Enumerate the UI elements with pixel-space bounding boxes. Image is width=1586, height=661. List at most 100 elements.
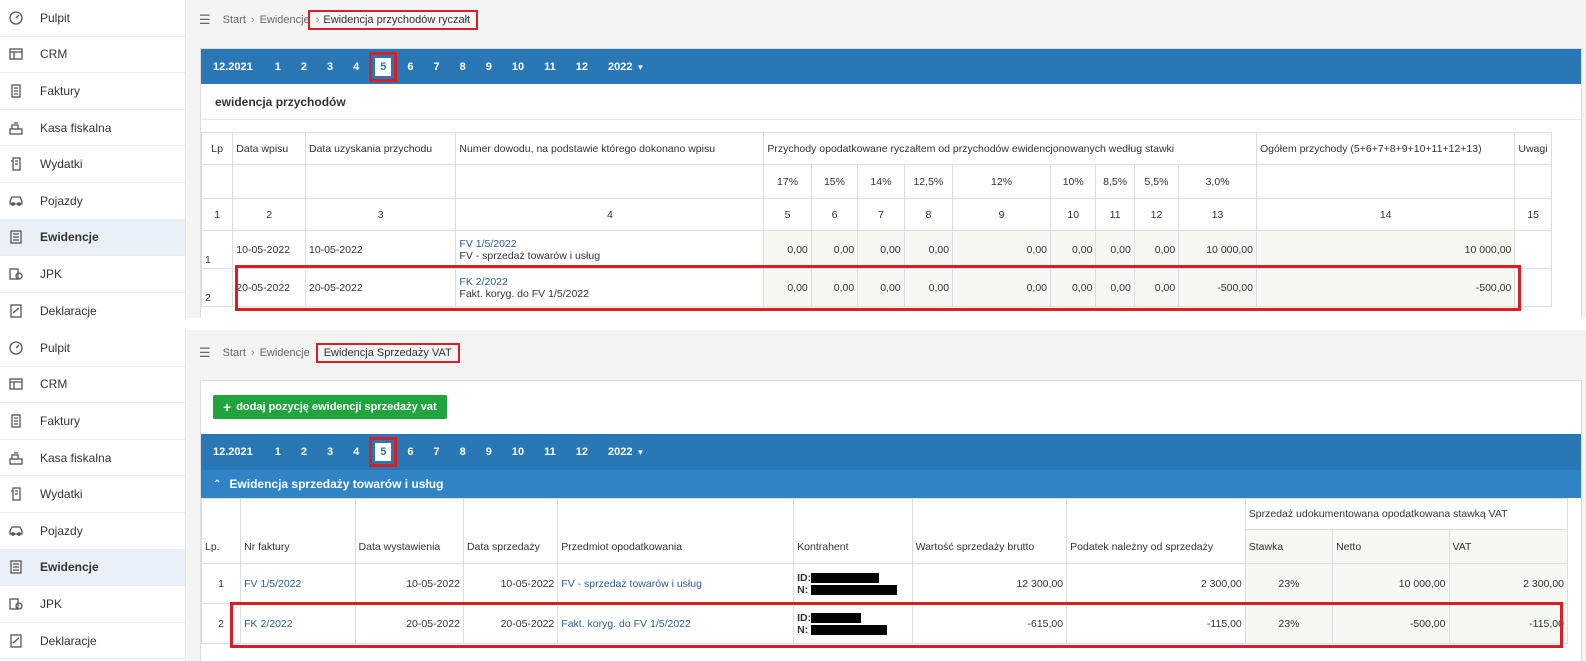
- main-area: ☰ Start › Ewidencje › Ewidencja przychodó…: [187, 0, 1586, 318]
- sidebar-item-kasa-fiskalna[interactable]: Kasa fiskalna: [0, 440, 185, 477]
- month-prev-year[interactable]: 12.2021: [213, 446, 253, 458]
- sidebar-item-pojazdy[interactable]: Pojazdy: [0, 183, 185, 220]
- car-icon: [8, 523, 24, 539]
- income-table: Lp Data wpisu Data uzyskania przychodu N…: [200, 132, 1552, 307]
- sidebar-item-faktury[interactable]: Faktury: [0, 73, 185, 110]
- sidebar-item-pojazdy[interactable]: Pojazdy: [0, 513, 185, 550]
- month-7[interactable]: 7: [434, 446, 440, 458]
- dashboard-icon: [8, 10, 24, 26]
- document-link[interactable]: FK 2/2022: [459, 276, 760, 288]
- sidebar-item-ewidencje[interactable]: Ewidencje: [0, 219, 185, 257]
- month-3[interactable]: 3: [327, 446, 333, 458]
- month-10[interactable]: 10: [512, 61, 524, 73]
- month-4[interactable]: 4: [353, 61, 359, 73]
- group-toggle[interactable]: ⌃ Ewidencja sprzedaży towarów i usług: [201, 470, 1581, 498]
- breadcrumb-ewidencje[interactable]: Ewidencje: [260, 14, 310, 26]
- col-number: 1: [200, 198, 234, 231]
- breadcrumb-current-label: Ewidencja przychodów ryczałt: [323, 14, 471, 26]
- month-6[interactable]: 6: [407, 446, 413, 458]
- cell-brutto: -615,00: [911, 603, 1068, 644]
- rate-header: 8,5%: [1095, 164, 1135, 199]
- document-desc: FV - sprzedaż towarów i usług: [459, 249, 601, 262]
- month-10[interactable]: 10: [512, 446, 524, 458]
- chevron-up-icon: ⌃: [213, 478, 222, 490]
- menu-icon[interactable]: ☰: [199, 12, 211, 28]
- month-6[interactable]: 6: [407, 61, 413, 73]
- add-vat-entry-button[interactable]: + dodaj pozycję ewidencji sprzedaży vat: [213, 395, 447, 419]
- month-8[interactable]: 8: [460, 446, 466, 458]
- section-title: ewidencja przychodów: [201, 84, 1581, 120]
- invoice-link[interactable]: FV 1/5/2022: [240, 563, 356, 604]
- sidebar-item-label: Pojazdy: [40, 193, 83, 208]
- month-11[interactable]: 11: [544, 446, 556, 458]
- sidebar-item-kasa-fiskalna[interactable]: Kasa fiskalna: [0, 110, 185, 147]
- cell-value: -500,00: [1178, 268, 1257, 307]
- cell-value: 0,00: [857, 230, 905, 269]
- breadcrumb-current: Ewidencja Sprzedaży VAT: [315, 343, 460, 363]
- month-1[interactable]: 1: [275, 61, 281, 73]
- sidebar-item-ewidencje[interactable]: Ewidencje: [0, 549, 185, 587]
- cell-netto: 10 000,00: [1332, 563, 1450, 604]
- redacted-block: [811, 624, 888, 635]
- invoice-link[interactable]: FK 2/2022: [240, 603, 356, 644]
- month-12[interactable]: 12: [576, 61, 588, 73]
- col-header-vat: VAT: [1448, 529, 1568, 564]
- cell-stawka: 23%: [1244, 563, 1334, 604]
- sidebar-item-faktury[interactable]: Faktury: [0, 403, 185, 440]
- breadcrumb-ewidencje[interactable]: Ewidencje: [260, 347, 310, 359]
- month-9[interactable]: 9: [486, 61, 492, 73]
- month-7[interactable]: 7: [434, 61, 440, 73]
- breadcrumb-separator-icon: ›: [250, 347, 255, 359]
- month-5-selected[interactable]: 5: [369, 51, 398, 82]
- invoice-icon: [8, 413, 24, 429]
- col-number: 6: [810, 198, 859, 231]
- subject-link[interactable]: Fakt. koryg. do FV 1/5/2022: [557, 603, 795, 644]
- sidebar-item-deklaracje[interactable]: Deklaracje: [0, 293, 185, 318]
- sidebar-item-pulpit[interactable]: Pulpit: [0, 330, 185, 367]
- declarations-icon: [8, 303, 24, 318]
- month-8[interactable]: 8: [460, 61, 466, 73]
- sidebar-item-crm[interactable]: CRM: [0, 367, 185, 404]
- cell-kontrahent: ID: N:: [793, 603, 913, 644]
- crm-icon: [8, 46, 24, 62]
- sidebar-item-label: Kasa fiskalna: [40, 450, 112, 465]
- col-header-data-uzyskania: Data uzyskania przychodu: [304, 132, 457, 165]
- month-9[interactable]: 9: [486, 446, 492, 458]
- breadcrumb-start[interactable]: Start: [223, 347, 246, 359]
- document-link[interactable]: FV 1/5/2022: [459, 238, 760, 250]
- sidebar-item-crm[interactable]: CRM: [0, 37, 185, 74]
- month-4[interactable]: 4: [353, 446, 359, 458]
- subject-link[interactable]: FV - sprzedaż towarów i usług: [557, 563, 795, 604]
- breadcrumb-start[interactable]: Start: [223, 14, 246, 26]
- cell-value: 0,00: [1050, 230, 1097, 269]
- month-5-selected[interactable]: 5: [369, 437, 398, 467]
- cell-value: 0,00: [857, 268, 905, 307]
- month-2[interactable]: 2: [301, 446, 307, 458]
- expenses-icon: [8, 486, 24, 502]
- breadcrumb-separator-icon: ›: [250, 14, 255, 26]
- col-number: 14: [1255, 198, 1516, 231]
- sidebar-item-deklaracje[interactable]: Deklaracje: [0, 623, 185, 660]
- year-dropdown[interactable]: 2022 ▼: [608, 61, 644, 73]
- month-12[interactable]: 12: [576, 446, 588, 458]
- year-dropdown[interactable]: 2022 ▼: [608, 446, 644, 458]
- sidebar-item-jpk[interactable]: JPK: [0, 586, 185, 623]
- month-11[interactable]: 11: [544, 61, 556, 73]
- cell-lp: 2: [200, 603, 242, 644]
- year-label: 2022: [608, 60, 633, 73]
- rate-header: 12%: [952, 164, 1052, 199]
- month-prev-year[interactable]: 12.2021: [213, 61, 253, 73]
- sidebar-item-jpk[interactable]: JPK: [0, 256, 185, 293]
- group-title: Ewidencja sprzedaży towarów i usług: [229, 477, 444, 491]
- cell-uwagi: [1514, 268, 1552, 307]
- vat-register-content: + dodaj pozycję ewidencji sprzedaży vat 1…: [200, 380, 1582, 661]
- sidebar-item-wydatki[interactable]: Wydatki: [0, 476, 185, 513]
- month-1[interactable]: 1: [275, 446, 281, 458]
- sidebar-item-pulpit[interactable]: Pulpit: [0, 0, 185, 37]
- breadcrumb: ☰ Start › Ewidencje Ewidencja Sprzedaży …: [187, 330, 1586, 376]
- col-header-data-wpisu: Data wpisu: [232, 132, 306, 165]
- month-2[interactable]: 2: [301, 61, 307, 73]
- month-3[interactable]: 3: [327, 61, 333, 73]
- menu-icon[interactable]: ☰: [199, 345, 211, 361]
- sidebar-item-wydatki[interactable]: Wydatki: [0, 146, 185, 183]
